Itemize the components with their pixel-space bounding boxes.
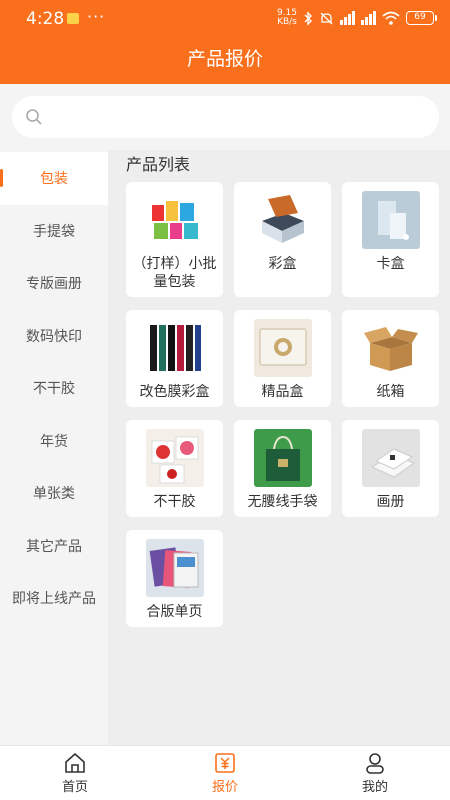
sidebar-item-packaging[interactable]: 包装 bbox=[0, 152, 108, 205]
home-icon bbox=[65, 753, 85, 773]
sidebar-item-new-year-goods[interactable]: 年货 bbox=[0, 415, 108, 468]
sidebar-item-coming-soon[interactable]: 即将上线产品 bbox=[0, 572, 108, 625]
sticker-image bbox=[145, 429, 204, 487]
gift-box-image bbox=[253, 319, 312, 377]
page-title: 产品报价 bbox=[186, 48, 263, 70]
signal-2-icon bbox=[361, 11, 376, 25]
tab-label: 报价 bbox=[211, 780, 238, 795]
search-area bbox=[0, 84, 450, 150]
product-card-small-batch[interactable]: （打样）小批量包装 bbox=[126, 182, 223, 297]
wifi-icon bbox=[382, 11, 400, 25]
category-sidebar: 包装 手提袋 专版画册 数码快印 不干胶 年货 单张类 其它产品 即将上线产品 bbox=[0, 152, 108, 746]
color-box-image bbox=[253, 191, 312, 249]
product-card-flyer[interactable]: 合版单页 bbox=[126, 530, 223, 627]
more-notifications-icon: ··· bbox=[87, 7, 106, 26]
product-label: 彩盒 bbox=[268, 256, 297, 272]
bottom-tab-bar: 首页 报价 我的 bbox=[0, 745, 450, 800]
product-label: 卡盒 bbox=[376, 256, 405, 272]
sidebar-item-digital-print[interactable]: 数码快印 bbox=[0, 310, 108, 363]
product-label: 合版单页 bbox=[146, 604, 203, 620]
speed-unit: KB/s bbox=[277, 17, 297, 27]
status-bar: 4:28 ··· 9.15 KB/s 69 bbox=[0, 0, 450, 40]
user-icon bbox=[366, 753, 384, 774]
section-title: 产品列表 bbox=[126, 155, 191, 174]
product-card-card-box[interactable]: 卡盒 bbox=[342, 182, 439, 297]
product-label: 改色膜彩盒 bbox=[139, 384, 210, 400]
product-label: （打样）小批量包装 bbox=[132, 256, 217, 290]
tab-mine[interactable]: 我的 bbox=[300, 746, 450, 800]
product-label: 不干胶 bbox=[153, 494, 196, 510]
product-card-sticker[interactable]: 不干胶 bbox=[126, 420, 223, 517]
small-batch-packaging-image bbox=[145, 191, 204, 249]
tab-quote[interactable]: 报价 bbox=[150, 746, 300, 800]
product-card-carton[interactable]: 纸箱 bbox=[342, 310, 439, 407]
sidebar-item-single-sheet[interactable]: 单张类 bbox=[0, 467, 108, 520]
app-header: 4:28 ··· 9.15 KB/s 69 产品报价 bbox=[0, 0, 450, 84]
carton-image bbox=[361, 319, 420, 377]
search-input[interactable] bbox=[12, 96, 439, 138]
sidebar-item-custom-brochure[interactable]: 专版画册 bbox=[0, 257, 108, 310]
bluetooth-icon bbox=[304, 10, 312, 26]
product-card-gift-box[interactable]: 精品盒 bbox=[234, 310, 331, 407]
card-box-image bbox=[361, 191, 420, 249]
product-grid: （打样）小批量包装 彩盒 卡盒 改色膜彩盒 精品盒 纸箱 不干胶 无腰线手袋 画… bbox=[126, 182, 442, 627]
product-label: 无腰线手袋 bbox=[247, 494, 318, 510]
product-card-brochure[interactable]: 画册 bbox=[342, 420, 439, 517]
product-card-color-box[interactable]: 彩盒 bbox=[234, 182, 331, 297]
flyer-image bbox=[145, 539, 204, 597]
sidebar-item-handbag[interactable]: 手提袋 bbox=[0, 205, 108, 258]
signal-1-icon bbox=[340, 11, 355, 25]
product-label: 精品盒 bbox=[261, 384, 304, 400]
price-icon bbox=[215, 753, 235, 773]
tab-label: 我的 bbox=[361, 780, 388, 795]
handbag-image bbox=[253, 429, 312, 487]
product-card-wrap-film-box[interactable]: 改色膜彩盒 bbox=[126, 310, 223, 407]
sidebar-item-other-products[interactable]: 其它产品 bbox=[0, 520, 108, 573]
status-right: 9.15 KB/s 69 bbox=[277, 9, 437, 27]
search-icon bbox=[26, 109, 42, 125]
mute-icon bbox=[320, 12, 333, 24]
wrap-film-box-image bbox=[145, 319, 204, 377]
brochure-image bbox=[361, 429, 420, 487]
status-time: 4:28 bbox=[26, 9, 65, 29]
network-speed: 9.15 KB/s bbox=[277, 9, 297, 27]
message-notification-icon bbox=[67, 13, 79, 24]
product-label: 画册 bbox=[376, 494, 405, 510]
product-card-handbag[interactable]: 无腰线手袋 bbox=[234, 420, 331, 517]
product-label: 纸箱 bbox=[376, 384, 405, 400]
tab-label: 首页 bbox=[61, 780, 88, 795]
battery-icon: 69 bbox=[406, 11, 437, 25]
sidebar-item-sticker[interactable]: 不干胶 bbox=[0, 362, 108, 415]
product-panel: 产品列表 （打样）小批量包装 彩盒 卡盒 改色膜彩盒 精品盒 纸箱 不干胶 无腰… bbox=[108, 150, 450, 746]
tab-home[interactable]: 首页 bbox=[0, 746, 150, 800]
